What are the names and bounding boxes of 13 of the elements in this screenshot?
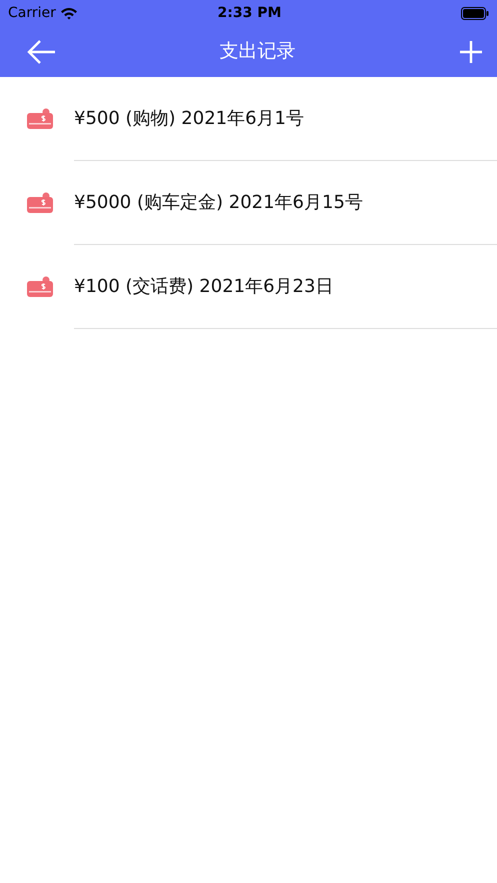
cash-icon [26,107,54,131]
wifi-icon [60,6,78,20]
add-button[interactable] [459,40,483,64]
clock-time: 2:33 PM [218,4,282,20]
cash-icon [26,275,54,299]
battery-icon [461,6,489,20]
expense-record[interactable]: ¥500 (购物) 2021年6月1号 [74,105,304,132]
cash-icon [26,191,54,215]
back-button[interactable] [26,38,56,64]
expense-record[interactable]: ¥100 (交话费) 2021年6月23日 [74,273,334,300]
expense-record[interactable]: ¥5000 (购车定金) 2021年6月15号 [74,189,363,216]
page-title: 支出记录 [220,39,296,64]
carrier-label: Carrier [8,4,56,22]
